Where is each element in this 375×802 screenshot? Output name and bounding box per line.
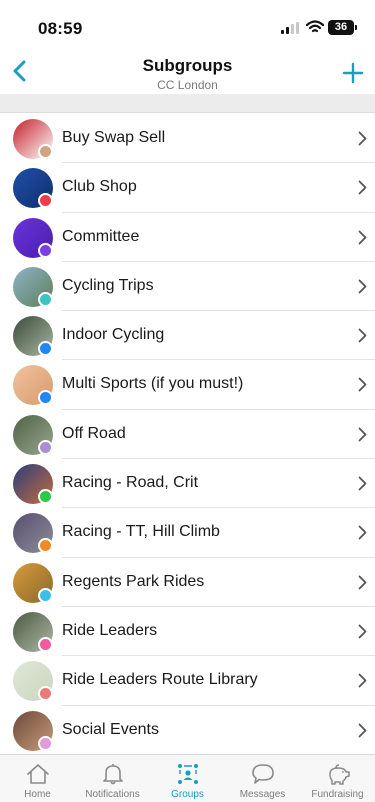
- chevron-right-icon: [358, 131, 367, 146]
- chevron-right-icon: [358, 279, 367, 294]
- chevron-right-icon: [358, 673, 367, 688]
- chevron-right-icon: [358, 525, 367, 540]
- subgroup-row[interactable]: Ride Leaders: [0, 607, 375, 657]
- subgroup-color-dot: [38, 193, 53, 209]
- chevron-right-icon: [358, 180, 367, 195]
- tab-messages[interactable]: Messages: [225, 755, 300, 802]
- page-subtitle: CC London: [157, 78, 218, 92]
- chevron-right-icon: [358, 476, 367, 491]
- tab-bar: Home Notifications Groups Messages Fundr…: [0, 754, 375, 802]
- bell-icon: [103, 764, 123, 785]
- battery-tip: [355, 25, 357, 30]
- subgroup-row[interactable]: Multi Sports (if you must!): [0, 360, 375, 411]
- subgroup-label: Regents Park Rides: [62, 572, 205, 590]
- chevron-right-icon: [358, 328, 367, 343]
- status-bar: 08:59 36: [0, 0, 375, 48]
- subgroup-row[interactable]: Buy Swap Sell: [0, 114, 375, 164]
- subgroup-label: Ride Leaders: [62, 621, 158, 639]
- subgroup-row[interactable]: Social Events: [0, 706, 375, 754]
- chat-bubble-icon: [252, 764, 274, 784]
- subgroup-row[interactable]: Indoor Cycling: [0, 311, 375, 361]
- status-time: 08:59: [38, 19, 83, 38]
- wifi-icon: [306, 20, 324, 33]
- subgroup-label: Racing - Road, Crit: [62, 474, 199, 492]
- battery-indicator: 36: [328, 20, 354, 35]
- subgroup-color-dot: [38, 735, 53, 751]
- home-icon: [27, 764, 49, 784]
- subgroup-color-dot: [38, 242, 53, 258]
- subgroup-color-dot: [38, 538, 53, 554]
- cellular-signal-icon: [281, 22, 301, 34]
- chevron-right-icon: [358, 575, 367, 590]
- subgroup-color-dot: [38, 587, 53, 603]
- chevron-right-icon: [358, 427, 367, 442]
- subgroup-label: Racing - TT, Hill Climb: [62, 523, 220, 541]
- subgroup-label: Committee: [62, 227, 140, 245]
- page-title: Subgroups: [142, 56, 233, 75]
- subgroup-color-dot: [38, 636, 53, 652]
- tab-groups[interactable]: Groups: [150, 755, 225, 802]
- subgroup-row[interactable]: Ride Leaders Route Library: [0, 656, 375, 706]
- subgroup-row[interactable]: Regents Park Rides: [0, 558, 375, 608]
- subgroup-label: Social Events: [62, 720, 159, 738]
- tab-label: Fundraising: [311, 789, 364, 800]
- subgroup-label: Multi Sports (if you must!): [62, 375, 244, 393]
- subgroup-color-dot: [38, 341, 53, 357]
- subgroup-label: Club Shop: [62, 178, 137, 196]
- section-divider: [0, 94, 375, 113]
- subgroup-color-dot: [38, 686, 53, 702]
- subgroup-color-dot: [38, 439, 53, 455]
- tab-label: Groups: [171, 789, 204, 800]
- tab-label: Home: [24, 789, 51, 800]
- tab-home[interactable]: Home: [0, 755, 75, 802]
- tab-fundraising[interactable]: Fundraising: [300, 755, 375, 802]
- subgroup-row[interactable]: Off Road: [0, 410, 375, 460]
- chevron-right-icon: [358, 723, 367, 737]
- subgroup-color-dot: [38, 390, 53, 406]
- subgroup-color-dot: [38, 489, 53, 505]
- piggy-bank-icon: [329, 764, 350, 785]
- subgroup-row[interactable]: Club Shop: [0, 163, 375, 213]
- subgroup-color-dot: [38, 144, 53, 159]
- subgroup-label: Ride Leaders Route Library: [62, 671, 258, 689]
- subgroup-row[interactable]: Racing - Road, Crit: [0, 459, 375, 509]
- subgroup-label: Indoor Cycling: [62, 326, 165, 344]
- tab-label: Notifications: [85, 789, 140, 800]
- chevron-right-icon: [358, 230, 367, 244]
- tab-notifications[interactable]: Notifications: [75, 755, 150, 802]
- add-icon[interactable]: [342, 62, 364, 84]
- subgroup-list[interactable]: Buy Swap Sell Club Shop Committee Cycling T…: [0, 114, 375, 754]
- chevron-right-icon: [358, 624, 367, 639]
- subgroup-row[interactable]: Racing - TT, Hill Climb: [0, 508, 375, 558]
- subgroup-label: Cycling Trips: [62, 276, 154, 294]
- subgroup-color-dot: [38, 291, 53, 307]
- subgroup-label: Buy Swap Sell: [62, 129, 166, 146]
- tab-label: Messages: [239, 789, 286, 800]
- subgroup-label: Off Road: [62, 424, 126, 442]
- nav-header: Subgroups CC London: [0, 48, 375, 94]
- groups-icon: [178, 764, 198, 784]
- chevron-right-icon: [358, 378, 367, 392]
- subgroup-row[interactable]: Committee: [0, 213, 375, 263]
- subgroup-row[interactable]: Cycling Trips: [0, 262, 375, 312]
